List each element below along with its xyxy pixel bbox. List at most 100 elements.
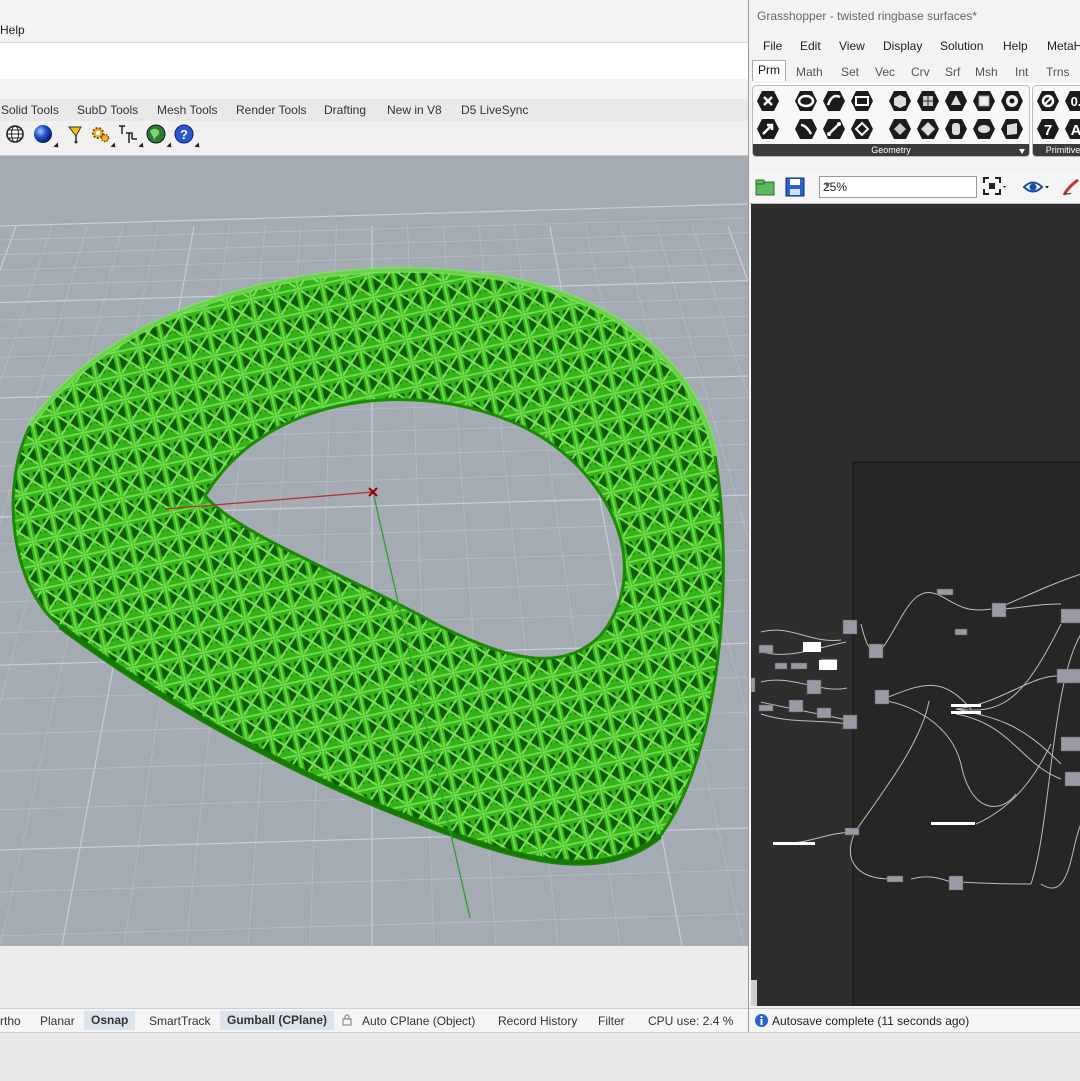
status-cpu-use: CPU use: 2.4 % bbox=[648, 1014, 734, 1028]
subd-param-icon[interactable] bbox=[972, 117, 996, 141]
tab-drafting[interactable]: Drafting bbox=[324, 103, 366, 117]
plane-param-icon[interactable] bbox=[944, 117, 968, 141]
group-param-icon[interactable] bbox=[916, 117, 940, 141]
mesh-param-icon[interactable] bbox=[944, 89, 968, 113]
canvas-group-region bbox=[852, 461, 1080, 1006]
circle-param-icon[interactable] bbox=[794, 89, 818, 113]
number-param-icon[interactable]: 0. bbox=[1064, 89, 1080, 113]
tab-solid-tools[interactable]: Solid Tools bbox=[1, 103, 59, 117]
tab-math[interactable]: Math bbox=[796, 65, 823, 79]
earth-icon[interactable] bbox=[145, 123, 174, 150]
menu-help[interactable]: Help bbox=[0, 23, 25, 37]
tab-int[interactable]: Int bbox=[1015, 65, 1028, 79]
status-ortho[interactable]: rtho bbox=[0, 1014, 21, 1028]
line-param-icon[interactable] bbox=[794, 117, 818, 141]
tab-crv[interactable]: Crv bbox=[911, 65, 930, 79]
rhino-status-bar: rtho Planar Osnap SmartTrack Gumball (CP… bbox=[0, 1008, 748, 1033]
ribbon-group-primitive: 0. 7 A Primitive bbox=[1032, 85, 1080, 157]
grid-line bbox=[727, 225, 748, 283]
integer-param-icon[interactable]: 7 bbox=[1036, 117, 1060, 141]
menu-file[interactable]: File bbox=[763, 39, 782, 53]
perspective-viewport[interactable] bbox=[0, 156, 748, 946]
menu-help[interactable]: Help bbox=[1003, 39, 1028, 53]
gh-status-bar: Autosave complete (11 seconds ago) bbox=[749, 1008, 1080, 1032]
open-file-icon[interactable] bbox=[754, 176, 776, 201]
grid-line bbox=[0, 203, 748, 227]
polyline-param-icon[interactable] bbox=[822, 117, 846, 141]
gear-settings-icon[interactable] bbox=[89, 123, 118, 150]
status-gumball[interactable]: Gumball (CPlane) bbox=[220, 1011, 335, 1030]
field-param-icon[interactable] bbox=[1000, 89, 1024, 113]
rhino-toolbar: ? bbox=[0, 121, 748, 156]
menu-metahopper[interactable]: MetaH bbox=[1047, 39, 1080, 53]
zoom-extents-icon[interactable] bbox=[982, 176, 1006, 201]
info-icon bbox=[754, 1013, 769, 1031]
integer-param-glyph: 7 bbox=[1044, 122, 1052, 139]
zoom-dropdown[interactable]: 25% ▼ bbox=[819, 176, 977, 198]
rhino-menubar: Help bbox=[0, 0, 748, 42]
twisted-box-param-icon[interactable] bbox=[1000, 117, 1024, 141]
globe-wireframe-icon[interactable] bbox=[4, 123, 26, 145]
preview-eye-icon[interactable] bbox=[1022, 177, 1050, 200]
save-file-icon[interactable] bbox=[784, 176, 806, 201]
tab-srf[interactable]: Srf bbox=[945, 65, 960, 79]
tab-trns[interactable]: Trns bbox=[1046, 65, 1070, 79]
tab-subd-tools[interactable]: SubD Tools bbox=[77, 103, 138, 117]
render-sphere-icon[interactable] bbox=[32, 123, 61, 150]
grid-line bbox=[0, 217, 748, 241]
node-graph bbox=[751, 461, 1080, 1006]
text-param-icon[interactable]: A bbox=[1064, 117, 1080, 141]
vector-param-icon[interactable] bbox=[756, 117, 780, 141]
surface-param-icon[interactable] bbox=[972, 89, 996, 113]
lock-icon bbox=[342, 1014, 352, 1029]
menu-edit[interactable]: Edit bbox=[800, 39, 821, 53]
tab-msh[interactable]: Msh bbox=[975, 65, 998, 79]
canvas-scrollbar[interactable] bbox=[751, 980, 757, 1006]
status-filter[interactable]: Filter bbox=[598, 1014, 625, 1028]
tab-render-tools[interactable]: Render Tools bbox=[236, 103, 307, 117]
status-auto-cplane[interactable]: Auto CPlane (Object) bbox=[362, 1014, 475, 1028]
command-line[interactable] bbox=[0, 42, 748, 80]
expand-group-icon[interactable] bbox=[1019, 149, 1025, 154]
menu-display[interactable]: Display bbox=[883, 39, 922, 53]
tab-new-in-v8[interactable]: New in V8 bbox=[387, 103, 442, 117]
autosave-status: Autosave complete (11 seconds ago) bbox=[772, 1014, 970, 1028]
box-param-icon[interactable] bbox=[888, 89, 912, 113]
curve-param-icon[interactable] bbox=[850, 89, 874, 113]
brep-param-icon[interactable] bbox=[916, 89, 940, 113]
sketch-pen-icon[interactable] bbox=[1062, 177, 1080, 200]
status-record-history[interactable]: Record History bbox=[498, 1014, 577, 1028]
toolbar-spacer bbox=[0, 79, 748, 99]
ring-lattice-model[interactable] bbox=[11, 266, 725, 866]
group-label-geometry: Geometry bbox=[753, 144, 1029, 156]
arc-param-icon[interactable] bbox=[822, 89, 846, 113]
tab-set[interactable]: Set bbox=[841, 65, 859, 79]
group-label-primitive: Primitive bbox=[1033, 144, 1080, 156]
chevron-down-icon: ▼ bbox=[823, 180, 832, 190]
tab-mesh-tools[interactable]: Mesh Tools bbox=[157, 103, 217, 117]
tab-vec[interactable]: Vec bbox=[875, 65, 895, 79]
viewport-tabs-area bbox=[0, 946, 748, 1008]
rectangle-param-icon[interactable] bbox=[850, 117, 874, 141]
menu-solution[interactable]: Solution bbox=[940, 39, 983, 53]
boolean-param-icon[interactable] bbox=[1036, 89, 1060, 113]
component-ribbon: Geometry 0. 7 A Primitive bbox=[752, 83, 1080, 157]
lamp-light-icon[interactable] bbox=[65, 123, 87, 145]
help-question-icon[interactable]: ? bbox=[173, 123, 202, 150]
grasshopper-window: Grasshopper - twisted ringbase surfaces*… bbox=[748, 0, 1080, 1032]
tab-d5-livesync[interactable]: D5 LiveSync bbox=[461, 103, 528, 117]
menu-view[interactable]: View bbox=[839, 39, 865, 53]
point-param-icon[interactable] bbox=[756, 89, 780, 113]
gh-canvas[interactable] bbox=[751, 204, 1080, 1006]
status-smarttrack[interactable]: SmartTrack bbox=[149, 1014, 211, 1028]
viewport-canvas bbox=[0, 203, 748, 946]
cplane-text-icon[interactable] bbox=[117, 123, 146, 150]
status-planar[interactable]: Planar bbox=[40, 1014, 75, 1028]
window-title: Grasshopper - twisted ringbase surfaces* bbox=[757, 9, 978, 23]
toolbar-tabs: Solid Tools SubD Tools Mesh Tools Render… bbox=[0, 99, 748, 121]
tab-prm[interactable]: Prm bbox=[752, 60, 786, 81]
text-param-glyph: A bbox=[1071, 122, 1080, 139]
grid-line bbox=[0, 869, 748, 893]
status-osnap[interactable]: Osnap bbox=[84, 1011, 136, 1030]
geometry-param-icon[interactable] bbox=[888, 117, 912, 141]
